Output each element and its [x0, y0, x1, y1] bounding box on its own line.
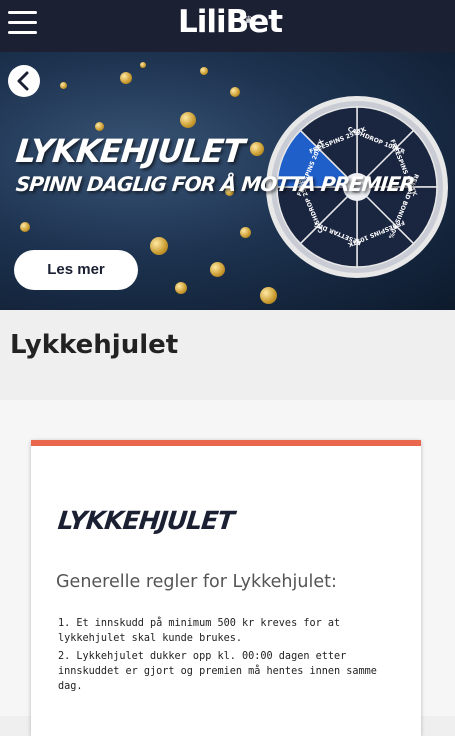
rules-heading: Generelle regler for Lykkehjulet: — [56, 572, 337, 592]
content-area: LYKKEHJULET Generelle regler for Lykkehj… — [0, 400, 455, 736]
site-logo[interactable]: LiliBet ♛ — [178, 2, 283, 42]
page-title-section: Lykkehjulet — [0, 310, 455, 395]
crown-icon: ♛ — [244, 15, 253, 26]
banner-title: LYKKEHJULET — [14, 132, 246, 170]
page-title: Lykkehjulet — [10, 330, 179, 360]
rules-list: 1. Et innskudd på minimum 500 kr kreves … — [58, 616, 398, 697]
rule-item: 2. Lykkehjulet dukker opp kl. 00:00 dage… — [58, 651, 377, 692]
banner-subtitle: SPINN DAGLIG FOR Å MOTTA PREMIER — [14, 172, 416, 196]
hamburger-icon[interactable] — [8, 11, 37, 35]
back-button[interactable] — [8, 65, 40, 97]
read-more-button[interactable]: Les mer — [14, 250, 138, 290]
top-nav-bar: LiliBet ♛ — [0, 0, 455, 52]
card-logo: LYKKEHJULET — [56, 506, 236, 535]
rules-card: LYKKEHJULET Generelle regler for Lykkehj… — [31, 440, 421, 736]
rule-item: 1. Et innskudd på minimum 500 kr kreves … — [58, 618, 341, 644]
chevron-left-icon — [17, 71, 29, 91]
logo-text: LiliBet — [178, 4, 283, 40]
promo-banner: CASHDROP 100KR FREESPINS 50STK RELOAD BONU… — [0, 52, 455, 310]
